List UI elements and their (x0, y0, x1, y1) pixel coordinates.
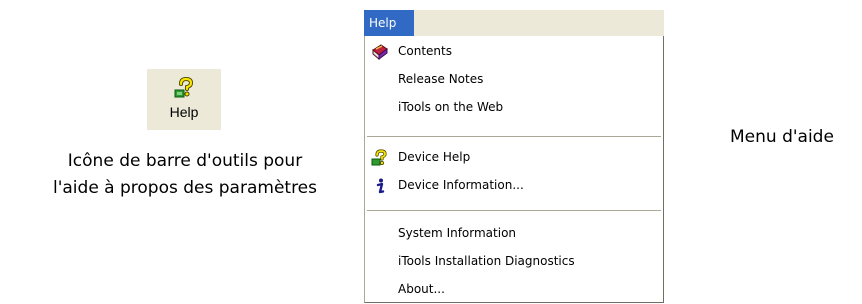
menu-item-label: iTools on the Web (398, 100, 504, 114)
menu-item-contents[interactable]: Contents (365, 38, 663, 66)
menu-item-label: Device Help (398, 150, 471, 164)
menu-item-label: System Information (398, 226, 517, 240)
menu-item-system-information[interactable]: System Information (365, 220, 663, 248)
menu-item-device-information[interactable]: Device Information... (365, 172, 663, 200)
menu-item-about[interactable]: About... (365, 276, 663, 304)
menu-item-itools-installation-diagnostics[interactable]: iTools Installation Diagnostics (365, 248, 663, 276)
menu-separator (367, 136, 661, 138)
menu-item-device-help[interactable]: Device Help (365, 144, 663, 172)
book-icon (372, 44, 388, 61)
menu-item-itools-on-the-web[interactable]: iTools on the Web (365, 94, 663, 122)
menu-item-label: iTools Installation Diagnostics (398, 254, 575, 268)
caption-line-2: l'aide à propos des paramètres (52, 178, 317, 198)
caption-line-1: Icône de barre d'outils pour (67, 151, 303, 171)
toolbar-help-label: Help (169, 104, 199, 120)
help-question-icon (174, 77, 194, 98)
toolbar-icon-caption: Icône de barre d'outils pour l'aide à pr… (0, 148, 370, 202)
help-dropdown-menu: Contents Release Notes iTools on the Web… (364, 36, 664, 303)
menu-item-label: Release Notes (398, 72, 484, 86)
menu-bar: Help (364, 10, 664, 36)
menu-item-label: Contents (398, 44, 452, 58)
menu-item-release-notes[interactable]: Release Notes (365, 66, 663, 94)
help-menu-title[interactable]: Help (364, 10, 414, 36)
toolbar-help-button[interactable]: Help (147, 69, 221, 130)
help-menu-caption: Menu d'aide (730, 127, 834, 147)
menu-item-label: About... (398, 282, 445, 296)
menu-separator (367, 210, 661, 212)
menu-item-label: Device Information... (398, 178, 524, 192)
help-question-icon (371, 149, 387, 166)
info-icon (376, 178, 385, 194)
